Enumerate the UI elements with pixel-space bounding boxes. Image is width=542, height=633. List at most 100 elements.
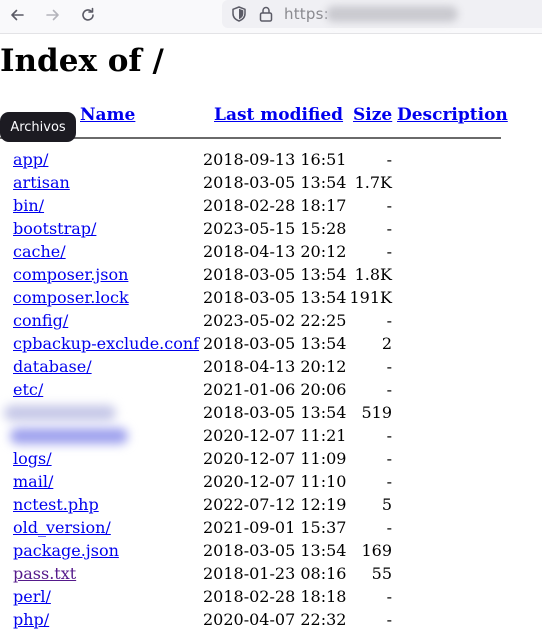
file-link[interactable]: mail/ xyxy=(13,472,53,492)
size-cell: - xyxy=(386,472,392,491)
size-cell: - xyxy=(386,426,392,445)
size-cell: 5 xyxy=(381,495,392,514)
table-row: app/2018-09-13 16:51 - xyxy=(0,150,542,173)
column-header-description[interactable]: Description xyxy=(397,105,508,125)
table-row: perl/2018-02-28 18:18 - xyxy=(0,587,542,610)
redacted-file-link[interactable] xyxy=(10,428,128,444)
file-link[interactable]: perl/ xyxy=(13,587,51,607)
last-modified-cell: 2018-03-05 13:54 xyxy=(203,403,347,422)
size-cell: - xyxy=(386,357,392,376)
last-modified-cell: 2018-04-13 20:12 xyxy=(203,242,347,261)
last-modified-cell: 2023-05-02 22:25 xyxy=(203,311,347,330)
last-modified-cell: 2018-03-05 13:54 xyxy=(203,334,347,353)
file-link[interactable]: bin/ xyxy=(13,196,44,216)
last-modified-cell: 2018-03-05 13:54 xyxy=(203,265,347,284)
file-link[interactable]: bootstrap/ xyxy=(13,219,96,239)
table-row: composer.json 2018-03-05 13:54 1.8K xyxy=(0,265,542,288)
last-modified-cell: 2020-12-07 11:21 xyxy=(203,426,347,445)
last-modified-cell: 2021-01-06 20:06 xyxy=(203,380,347,399)
table-row: config/2023-05-02 22:25 - xyxy=(0,311,542,334)
file-link[interactable]: app/ xyxy=(13,150,48,170)
size-cell: - xyxy=(386,311,392,330)
forward-button[interactable] xyxy=(40,4,66,26)
file-link[interactable]: config/ xyxy=(13,311,68,331)
table-row: old_version/2021-09-01 15:37 - xyxy=(0,518,542,541)
last-modified-cell: 2018-01-23 08:16 xyxy=(203,564,347,583)
reload-button[interactable] xyxy=(75,4,101,26)
file-link[interactable]: php/ xyxy=(13,610,49,630)
file-link[interactable]: nctest.php xyxy=(13,495,99,515)
file-link[interactable]: etc/ xyxy=(13,380,43,400)
size-cell: - xyxy=(386,518,392,537)
page-title: Index of / xyxy=(0,43,164,79)
table-row: php/2020-04-07 22:32 - xyxy=(0,610,542,633)
last-modified-cell: 2018-03-05 13:54 xyxy=(203,173,347,192)
file-link[interactable]: logs/ xyxy=(13,449,52,469)
header-divider xyxy=(0,137,501,139)
url-text[interactable]: https: xyxy=(284,5,329,23)
last-modified-cell: 2018-04-13 20:12 xyxy=(203,357,347,376)
column-header-name[interactable]: Name xyxy=(80,105,135,125)
table-row: bootstrap/2023-05-15 15:28 - xyxy=(0,219,542,242)
table-row: composer.lock 2018-03-05 13:54 191K xyxy=(0,288,542,311)
last-modified-cell: 2020-12-07 11:09 xyxy=(203,449,347,468)
size-cell: - xyxy=(386,242,392,261)
file-link[interactable]: cache/ xyxy=(13,242,66,262)
last-modified-cell: 2018-02-28 18:17 xyxy=(203,196,347,215)
size-cell: 169 xyxy=(361,541,392,560)
file-link[interactable]: pass.txt xyxy=(13,564,76,584)
size-cell: - xyxy=(386,196,392,215)
last-modified-cell: 2018-09-13 16:51 xyxy=(203,150,347,169)
file-link[interactable]: artisan xyxy=(13,173,70,193)
browser-toolbar: https: xyxy=(0,0,542,34)
size-cell: 1.8K xyxy=(354,265,392,284)
size-cell: 55 xyxy=(371,564,392,583)
size-cell: - xyxy=(386,449,392,468)
table-row: package.json 2018-03-05 13:54 169 xyxy=(0,541,542,564)
redacted-file-link[interactable] xyxy=(4,405,116,421)
size-cell: - xyxy=(386,150,392,169)
file-link[interactable]: package.json xyxy=(13,541,119,561)
file-link[interactable]: database/ xyxy=(13,357,92,377)
tooltip: Archivos xyxy=(0,112,76,142)
size-cell: 191K xyxy=(349,288,393,307)
last-modified-cell: 2020-04-07 22:32 xyxy=(203,610,347,629)
table-row: mail/2020-12-07 11:10 - xyxy=(0,472,542,495)
table-row: pass.txt 2018-01-23 08:16 55 xyxy=(0,564,542,587)
size-cell: - xyxy=(386,380,392,399)
last-modified-cell: 2023-05-15 15:28 xyxy=(203,219,347,238)
size-cell: - xyxy=(386,610,392,629)
reload-icon xyxy=(82,7,94,21)
table-row: 2020-12-07 11:21 - xyxy=(0,426,542,449)
forward-arrow-icon xyxy=(46,9,59,21)
size-cell: 519 xyxy=(361,403,392,422)
last-modified-cell: 2022-07-12 12:19 xyxy=(203,495,347,514)
last-modified-cell: 2018-02-28 18:18 xyxy=(203,587,347,606)
file-list: app/2018-09-13 16:51 - artisan 2018-03-05 1… xyxy=(0,150,542,633)
table-row: cpbackup-exclude.conf 2018-03-05 13:54 2 xyxy=(0,334,542,357)
file-link[interactable]: old_version/ xyxy=(13,518,111,538)
size-cell: 1.7K xyxy=(354,173,392,192)
column-header-size[interactable]: Size xyxy=(353,105,392,125)
redacted-url xyxy=(326,6,458,22)
last-modified-cell: 2018-03-05 13:54 xyxy=(203,288,347,307)
table-row: logs/2020-12-07 11:09 - xyxy=(0,449,542,472)
address-bar[interactable]: https: xyxy=(222,0,542,28)
table-row: bin/2018-02-28 18:17 - xyxy=(0,196,542,219)
table-row: etc/2021-01-06 20:06 - xyxy=(0,380,542,403)
table-row: cache/2018-04-13 20:12 - xyxy=(0,242,542,265)
table-row: nctest.php 2022-07-12 12:19 5 xyxy=(0,495,542,518)
column-header-last-modified[interactable]: Last modified xyxy=(214,105,343,125)
last-modified-cell: 2020-12-07 11:10 xyxy=(203,472,347,491)
table-row: artisan 2018-03-05 13:54 1.7K xyxy=(0,173,542,196)
last-modified-cell: 2021-09-01 15:37 xyxy=(203,518,347,537)
file-link[interactable]: composer.json xyxy=(13,265,128,285)
back-button[interactable] xyxy=(4,4,30,26)
file-link[interactable]: cpbackup-exclude.conf xyxy=(13,334,199,354)
table-row: database/2018-04-13 20:12 - xyxy=(0,357,542,380)
shield-icon[interactable] xyxy=(230,5,248,23)
size-cell: - xyxy=(386,219,392,238)
last-modified-cell: 2018-03-05 13:54 xyxy=(203,541,347,560)
lock-icon[interactable] xyxy=(258,5,274,23)
file-link[interactable]: composer.lock xyxy=(13,288,129,308)
